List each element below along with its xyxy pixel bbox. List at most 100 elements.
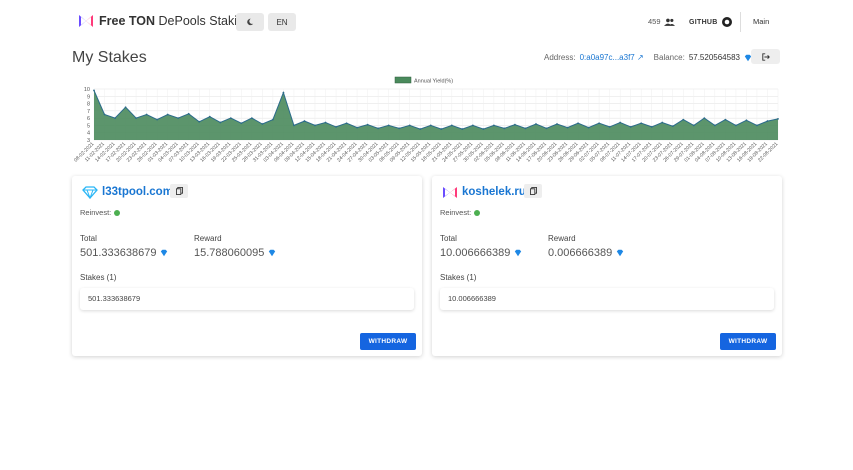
github-link[interactable]: GITHUB (689, 17, 732, 27)
data-point (114, 117, 116, 120)
data-point (271, 118, 274, 121)
ton-diamond-icon (161, 249, 168, 257)
data-point (208, 115, 211, 118)
data-point (535, 123, 537, 125)
data-point (682, 118, 685, 121)
brand-title[interactable]: Free TON DePools Staking (99, 14, 251, 28)
data-point (282, 91, 285, 94)
data-point (198, 120, 201, 123)
stakes-header: Stakes (1) (440, 273, 477, 282)
data-point (450, 124, 453, 127)
data-point (135, 117, 137, 120)
ton-diamond-icon (515, 249, 522, 257)
reward-value: 15.788060095 (194, 247, 276, 259)
pool-name[interactable]: koshelek.ru (462, 186, 526, 198)
page-title: My Stakes (72, 49, 147, 66)
data-point (314, 124, 316, 127)
github-icon (721, 17, 732, 27)
data-point (587, 126, 590, 129)
reinvest-status: Reinvest: (440, 208, 481, 217)
legend-swatch (394, 76, 412, 84)
y-tick-label: 10 (84, 87, 90, 93)
stake-item[interactable]: 501.333638679 (80, 288, 414, 310)
reward-label: Reward (548, 234, 576, 243)
address-label: Address: (544, 53, 576, 62)
withdraw-button[interactable]: WITHDRAW (720, 333, 776, 350)
y-tick-label: 9 (87, 94, 90, 100)
data-point (103, 113, 106, 116)
theme-toggle-button[interactable] (236, 13, 264, 31)
data-point (366, 123, 369, 126)
data-point (503, 127, 506, 130)
pool-card-l33tpool: l33tpool.com Reinvest: Total 501.3336386… (72, 176, 422, 356)
reinvest-status: Reinvest: (80, 208, 121, 217)
data-point (293, 124, 295, 127)
data-point (398, 127, 401, 130)
data-point (735, 124, 737, 127)
data-point (377, 127, 380, 130)
data-point (756, 124, 758, 127)
y-tick-label: 5 (87, 123, 90, 129)
reinvest-on-indicator (474, 209, 481, 216)
data-point (703, 117, 706, 120)
data-point (713, 124, 716, 127)
data-point (577, 122, 579, 125)
data-point (650, 125, 653, 128)
user-count-value: 459 (648, 17, 661, 26)
logout-icon (761, 52, 770, 61)
data-point (608, 125, 611, 128)
data-point (461, 128, 464, 130)
data-point (598, 122, 601, 125)
reward-value: 0.006666389 (548, 247, 624, 259)
data-point (661, 121, 664, 124)
data-point (629, 125, 632, 128)
total-value: 10.006666389 (440, 247, 522, 259)
data-point (692, 124, 695, 127)
data-point (724, 118, 727, 121)
y-tick-label: 6 (87, 116, 90, 122)
language-button[interactable]: EN (268, 13, 296, 31)
annual-yield-chart: 34567891008-02-202111-02-202114-02-20211… (73, 76, 780, 164)
logout-button[interactable] (751, 49, 780, 64)
data-point (514, 123, 516, 126)
copy-address-button[interactable] (170, 184, 188, 198)
data-point (156, 118, 159, 121)
copy-icon (175, 187, 183, 195)
account-info: Address: 0:a0a97c...a3f7 ↗ Balance: 57.5… (544, 53, 752, 62)
data-point (777, 117, 779, 120)
stake-item[interactable]: 10.006666389 (440, 288, 774, 310)
data-point (335, 125, 337, 128)
data-point (745, 119, 748, 122)
data-point (440, 128, 443, 130)
data-point (640, 122, 643, 125)
data-point (387, 124, 390, 127)
area-series (94, 90, 778, 140)
data-point (93, 89, 95, 92)
data-point (766, 120, 769, 122)
legend-label: Annual Yield(%) (414, 79, 453, 85)
diamond-icon (82, 186, 98, 199)
data-point (471, 124, 474, 127)
data-point (429, 124, 432, 127)
data-point (303, 120, 306, 122)
address-link[interactable]: 0:a0a97c...a3f7 ↗ (580, 53, 644, 62)
data-point (250, 117, 253, 120)
main-nav-link[interactable]: Main (753, 17, 769, 26)
data-point (482, 128, 485, 130)
data-point (524, 127, 527, 130)
data-point (671, 125, 674, 128)
ton-diamond-icon (269, 249, 276, 257)
withdraw-button[interactable]: WITHDRAW (360, 333, 416, 350)
data-point (124, 106, 127, 109)
data-point (345, 122, 348, 125)
copy-address-button[interactable] (524, 184, 542, 198)
total-label: Total (440, 234, 457, 243)
user-count: 459 (648, 17, 675, 26)
data-point (219, 121, 222, 124)
moon-icon (247, 18, 254, 26)
app-logo-icon[interactable] (78, 14, 94, 28)
reward-label: Reward (194, 234, 222, 243)
data-point (145, 113, 148, 116)
total-label: Total (80, 234, 97, 243)
pool-name[interactable]: l33tpool.com (102, 186, 173, 198)
